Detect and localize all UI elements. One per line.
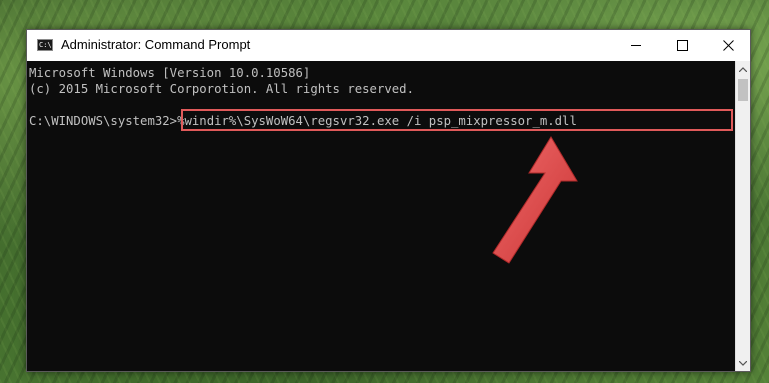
console-line-copyright: (c) 2015 Microsoft Corporotion. All righ…: [29, 82, 414, 96]
console-line-version: Microsoft Windows [Version 10.0.10586]: [29, 66, 311, 80]
window-title: Administrator: Command Prompt: [61, 37, 251, 52]
command-prompt-window[interactable]: C:\ Administrator: Command Prompt Micros…: [26, 29, 751, 372]
scrollbar-thumb[interactable]: [738, 79, 748, 101]
red-arrow-icon: [492, 136, 578, 264]
scroll-down-icon: [739, 360, 747, 366]
close-icon: [722, 40, 734, 51]
scroll-down-button[interactable]: [736, 355, 750, 371]
maximize-button[interactable]: [659, 30, 705, 61]
maximize-icon: [676, 40, 688, 51]
command-highlight-box: [181, 109, 733, 131]
console-output[interactable]: Microsoft Windows [Version 10.0.10586] (…: [27, 61, 735, 371]
scroll-up-button[interactable]: [736, 61, 750, 77]
vertical-scrollbar[interactable]: [735, 61, 750, 371]
title-bar[interactable]: C:\ Administrator: Command Prompt: [27, 30, 750, 61]
scroll-up-icon: [739, 66, 747, 72]
minimize-icon: [630, 45, 641, 46]
minimize-button[interactable]: [613, 30, 659, 61]
close-button[interactable]: [705, 30, 751, 61]
console-prompt: C:\WINDOWS\system32>: [29, 114, 178, 128]
cmd-icon: C:\: [37, 39, 53, 51]
